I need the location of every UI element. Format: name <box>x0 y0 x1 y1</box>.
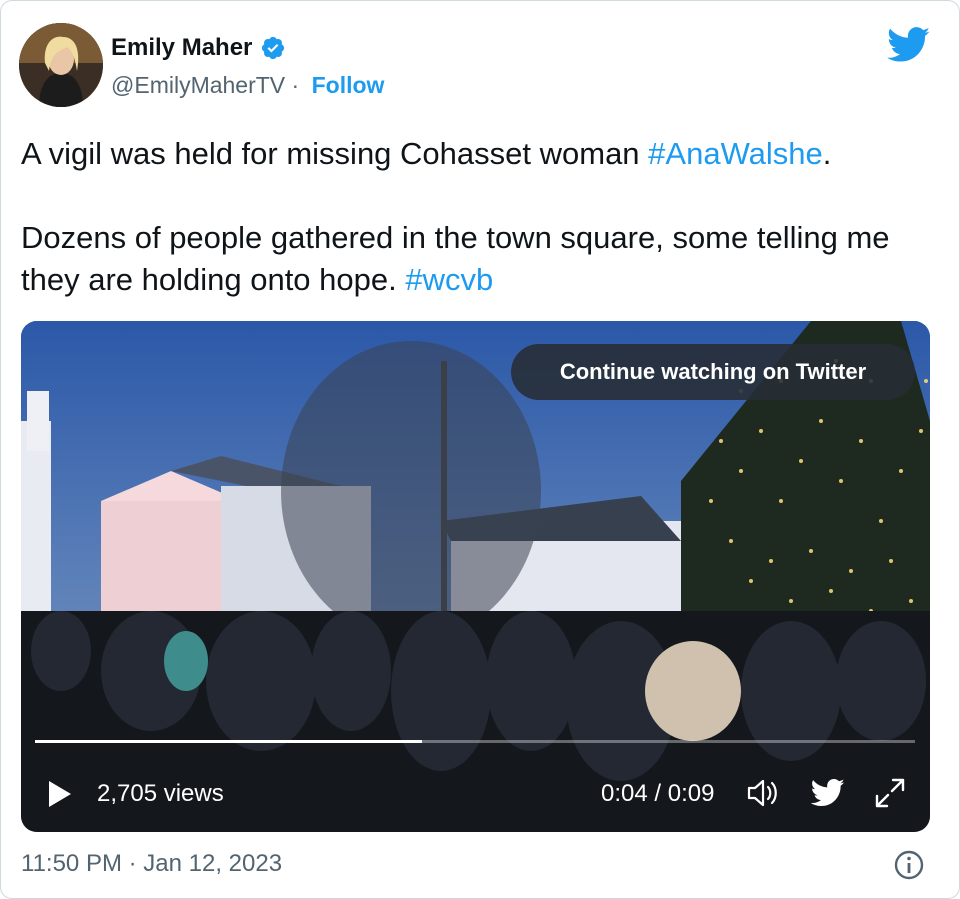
handle-separator: · <box>285 72 306 98</box>
avatar[interactable] <box>19 23 103 107</box>
video-progress-fill <box>35 740 423 743</box>
continue-watching-button[interactable]: Continue watching on Twitter <box>511 344 915 400</box>
hashtag-wcvb[interactable]: #wcvb <box>405 262 493 297</box>
follow-button[interactable]: Follow <box>312 72 385 99</box>
video-player[interactable]: Continue watching on Twitter 2,705 views… <box>21 321 930 832</box>
tweet-card: Emily Maher @EmilyMaherTV · Follow A vig… <box>0 0 960 899</box>
play-icon[interactable] <box>47 779 73 809</box>
tweet-line1-text: A vigil was held for missing Cohasset wo… <box>21 136 649 171</box>
twitter-bird-icon[interactable] <box>887 27 931 63</box>
video-time: 0:04 / 0:09 <box>601 780 715 807</box>
author-handle[interactable]: @EmilyMaherTV <box>111 72 285 99</box>
verified-badge-icon <box>262 36 285 60</box>
avatar-image <box>19 23 103 107</box>
twitter-logo-icon[interactable] <box>811 778 845 808</box>
info-icon[interactable] <box>893 849 925 881</box>
tweet-text: A vigil was held for missing Cohasset wo… <box>21 133 941 301</box>
author-name[interactable]: Emily Maher <box>111 34 252 62</box>
author-name-row: Emily Maher <box>111 34 286 62</box>
volume-icon[interactable] <box>745 776 779 810</box>
tweet-line1-suffix: . <box>822 136 832 171</box>
tweet-paragraph-1: A vigil was held for missing Cohasset wo… <box>21 133 941 175</box>
tweet-timestamp[interactable]: 11:50 PM · Jan 12, 2023 <box>21 850 282 878</box>
video-controls: 2,705 views 0:04 / 0:09 <box>21 766 930 816</box>
author-handle-row: @EmilyMaherTV · Follow <box>111 72 384 99</box>
video-views: 2,705 views <box>97 780 224 807</box>
video-progress-bar[interactable] <box>35 740 915 743</box>
tweet-paragraph-2: Dozens of people gathered in the town sq… <box>21 217 941 301</box>
hashtag-anawalshe[interactable]: #AnaWalshe <box>648 136 823 171</box>
fullscreen-icon[interactable] <box>873 776 907 810</box>
